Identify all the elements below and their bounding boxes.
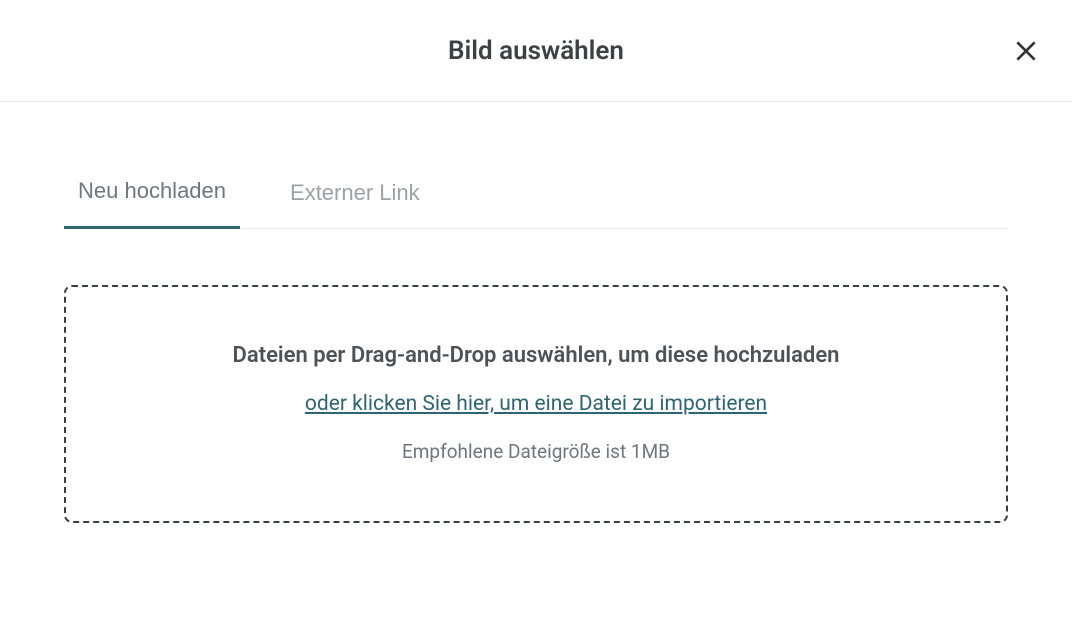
dropzone-heading: Dateien per Drag-and-Drop auswählen, um … (86, 343, 986, 368)
close-icon (1013, 38, 1039, 64)
import-file-link[interactable]: oder klicken Sie hier, um eine Datei zu … (305, 392, 767, 416)
tab-external-link[interactable]: Externer Link (276, 162, 434, 229)
file-dropzone[interactable]: Dateien per Drag-and-Drop auswählen, um … (64, 285, 1008, 523)
modal-title: Bild auswählen (448, 36, 624, 66)
tab-upload-new[interactable]: Neu hochladen (64, 162, 240, 229)
content-area: Neu hochladen Externer Link Dateien per … (0, 162, 1072, 523)
modal-header: Bild auswählen (0, 0, 1072, 102)
close-button[interactable] (1008, 33, 1044, 69)
recommended-file-size: Empfohlene Dateigröße ist 1MB (86, 440, 986, 463)
tabs: Neu hochladen Externer Link (64, 162, 1008, 229)
